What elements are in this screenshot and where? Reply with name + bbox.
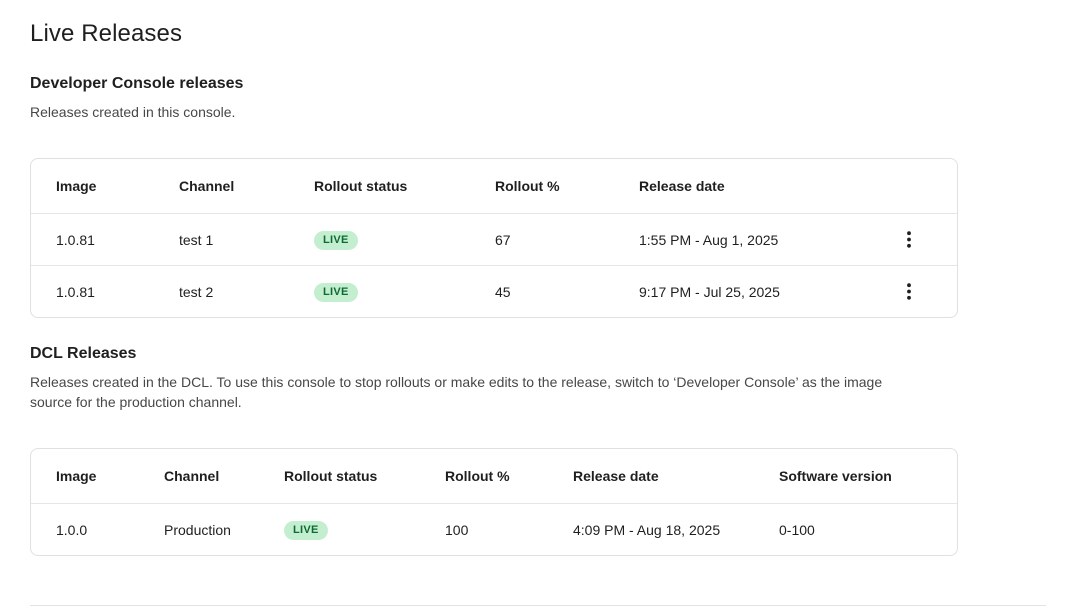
row-actions-button[interactable] bbox=[897, 225, 921, 254]
table-row: 1.0.81 test 2 LIVE 45 9:17 PM - Jul 25, … bbox=[31, 265, 957, 317]
cell-rollout-pct: 100 bbox=[445, 522, 573, 538]
live-status-badge: LIVE bbox=[284, 521, 328, 540]
cell-software-version: 0-100 bbox=[779, 522, 957, 538]
cell-release-date: 9:17 PM - Jul 25, 2025 bbox=[639, 284, 861, 300]
cell-rollout-status: LIVE bbox=[314, 282, 495, 302]
dcl-releases-table: Image Channel Rollout status Rollout % R… bbox=[30, 448, 958, 556]
dcl-releases-heading: DCL Releases bbox=[30, 345, 1046, 363]
dcl-releases-description: Releases created in the DCL. To use this… bbox=[30, 372, 920, 412]
cell-release-date: 4:09 PM - Aug 18, 2025 bbox=[573, 522, 779, 538]
column-header-release-date: Release date bbox=[573, 468, 779, 484]
column-header-image: Image bbox=[31, 468, 164, 484]
cell-rollout-status: LIVE bbox=[284, 520, 445, 540]
column-header-rollout-pct: Rollout % bbox=[495, 178, 639, 194]
cell-channel: Production bbox=[164, 522, 284, 538]
column-header-channel: Channel bbox=[179, 178, 314, 194]
cell-release-date: 1:55 PM - Aug 1, 2025 bbox=[639, 232, 861, 248]
cell-rollout-pct: 45 bbox=[495, 284, 639, 300]
cell-actions bbox=[861, 277, 957, 306]
column-header-release-date: Release date bbox=[639, 178, 861, 194]
page-title: Live Releases bbox=[30, 20, 1046, 48]
column-header-rollout-status: Rollout status bbox=[284, 468, 445, 484]
cell-image: 1.0.0 bbox=[31, 522, 164, 538]
table-row: 1.0.0 Production LIVE 100 4:09 PM - Aug … bbox=[31, 503, 957, 555]
row-actions-button[interactable] bbox=[897, 277, 921, 306]
column-header-software-version: Software version bbox=[779, 468, 957, 484]
cell-rollout-status: LIVE bbox=[314, 230, 495, 250]
dcl-releases-section: DCL Releases Releases created in the DCL… bbox=[30, 345, 1046, 556]
cell-image: 1.0.81 bbox=[31, 232, 179, 248]
developer-releases-table: Image Channel Rollout status Rollout % R… bbox=[30, 158, 958, 318]
developer-console-releases-description: Releases created in this console. bbox=[30, 102, 920, 122]
column-header-image: Image bbox=[31, 178, 179, 194]
table-row: 1.0.81 test 1 LIVE 67 1:55 PM - Aug 1, 2… bbox=[31, 213, 957, 265]
cell-image: 1.0.81 bbox=[31, 284, 179, 300]
live-status-badge: LIVE bbox=[314, 283, 358, 302]
cell-channel: test 1 bbox=[179, 232, 314, 248]
kebab-menu-icon bbox=[907, 283, 911, 300]
column-header-rollout-status: Rollout status bbox=[314, 178, 495, 194]
table-header-row: Image Channel Rollout status Rollout % R… bbox=[31, 449, 957, 503]
cell-rollout-pct: 67 bbox=[495, 232, 639, 248]
cell-actions bbox=[861, 225, 957, 254]
developer-console-releases-heading: Developer Console releases bbox=[30, 75, 1046, 93]
column-header-channel: Channel bbox=[164, 468, 284, 484]
column-header-rollout-pct: Rollout % bbox=[445, 468, 573, 484]
kebab-menu-icon bbox=[907, 231, 911, 248]
live-releases-page: Live Releases Developer Console releases… bbox=[0, 0, 1076, 606]
cell-channel: test 2 bbox=[179, 284, 314, 300]
developer-console-releases-section: Developer Console releases Releases crea… bbox=[30, 75, 1046, 318]
table-header-row: Image Channel Rollout status Rollout % R… bbox=[31, 159, 957, 213]
live-status-badge: LIVE bbox=[314, 231, 358, 250]
